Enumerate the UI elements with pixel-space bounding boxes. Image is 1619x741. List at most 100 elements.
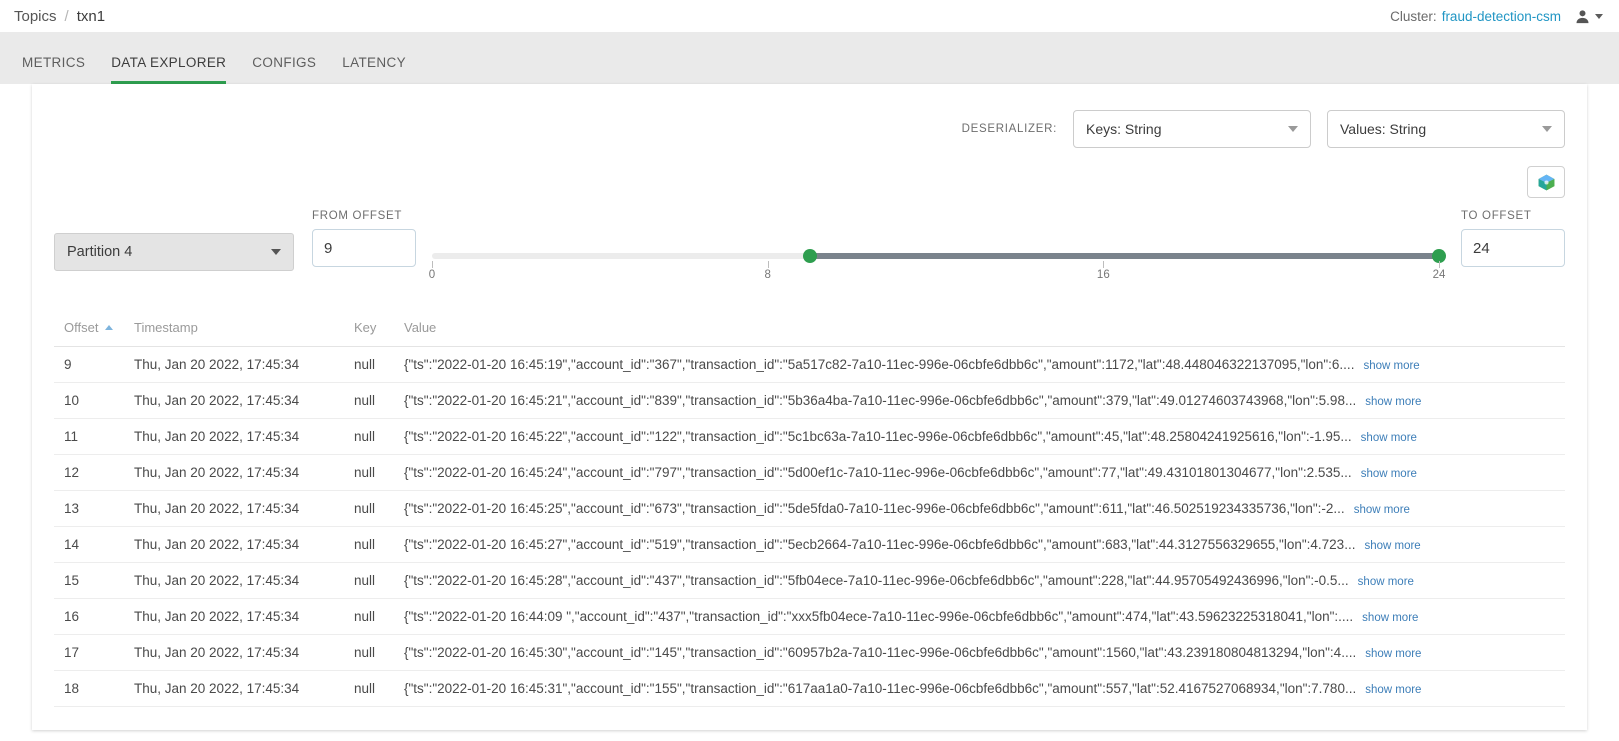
- cell-key: null: [354, 573, 376, 588]
- user-menu[interactable]: [1575, 9, 1603, 24]
- cell-value-text: {"ts":"2022-01-20 16:45:24","account_id"…: [404, 465, 1352, 480]
- slider-tick: [432, 261, 433, 268]
- table-row[interactable]: 12 Thu, Jan 20 2022, 17:45:34 null {"ts":"2…: [54, 455, 1565, 491]
- cell-value: {"ts":"2022-01-20 16:45:19","account_id"…: [404, 357, 1565, 372]
- cell-offset: 17: [64, 645, 80, 660]
- column-header-offset[interactable]: Offset: [54, 320, 134, 335]
- cell-timestamp: Thu, Jan 20 2022, 17:45:34: [134, 537, 300, 552]
- table-header-row: Offset Timestamp Key Value: [54, 320, 1565, 347]
- cell-value: {"ts":"2022-01-20 16:45:27","account_id"…: [404, 537, 1565, 552]
- slider-tick-label: 0: [428, 269, 436, 281]
- slider-tick-label: 8: [764, 269, 771, 281]
- show-more-link[interactable]: show more: [1358, 576, 1414, 588]
- cell-value-text: {"ts":"2022-01-20 16:45:25","account_id"…: [404, 501, 1345, 516]
- cell-timestamp: Thu, Jan 20 2022, 17:45:34: [134, 393, 300, 408]
- column-header-value[interactable]: Value: [404, 320, 1565, 335]
- cell-timestamp: Thu, Jan 20 2022, 17:45:34: [134, 681, 300, 696]
- cell-offset: 15: [64, 573, 80, 588]
- cell-offset: 9: [64, 357, 72, 372]
- schema-cube-button[interactable]: [1527, 166, 1565, 198]
- slider-selected-range: [809, 253, 1439, 259]
- cell-value-text: {"ts":"2022-01-20 16:45:31","account_id"…: [404, 681, 1357, 696]
- table-row[interactable]: 9 Thu, Jan 20 2022, 17:45:34 null {"ts":"20…: [54, 347, 1565, 383]
- cell-value: {"ts":"2022-01-20 16:45:25","account_id"…: [404, 501, 1565, 516]
- cell-value-text: {"ts":"2022-01-20 16:45:21","account_id"…: [404, 393, 1357, 408]
- table-row[interactable]: 11 Thu, Jan 20 2022, 17:45:34 null {"ts":"2…: [54, 419, 1565, 455]
- show-more-link[interactable]: show more: [1365, 684, 1421, 696]
- slider-tick: [1439, 261, 1440, 268]
- slider-tick: [767, 261, 769, 268]
- from-offset-label: FROM OFFSET: [312, 210, 403, 222]
- cell-offset: 14: [64, 537, 80, 552]
- offset-controls: Partition 4 FROM OFFSET 0 8 16 24 TO OFFSET: [32, 198, 1587, 296]
- chevron-down-icon: [271, 249, 281, 255]
- cell-key: null: [354, 645, 376, 660]
- cell-value-text: {"ts":"2022-01-20 16:44:09 ","account_id…: [404, 609, 1354, 624]
- table-row[interactable]: 14 Thu, Jan 20 2022, 17:45:34 null {"ts":"2…: [54, 527, 1565, 563]
- tab-data-explorer[interactable]: DATA EXPLORER: [111, 55, 227, 84]
- show-more-link[interactable]: show more: [1364, 540, 1420, 552]
- to-offset-field: TO OFFSET: [1461, 210, 1565, 267]
- show-more-link[interactable]: show more: [1363, 360, 1419, 372]
- show-more-link[interactable]: show more: [1365, 648, 1421, 660]
- chevron-down-icon: [1542, 126, 1552, 132]
- show-more-link[interactable]: show more: [1365, 396, 1421, 408]
- column-header-timestamp[interactable]: Timestamp: [134, 320, 354, 335]
- table-row[interactable]: 13 Thu, Jan 20 2022, 17:45:34 null {"ts":"2…: [54, 491, 1565, 527]
- show-more-link[interactable]: show more: [1354, 504, 1410, 516]
- cell-value: {"ts":"2022-01-20 16:45:28","account_id"…: [404, 573, 1565, 588]
- table-body: 9 Thu, Jan 20 2022, 17:45:34 null {"ts":"20…: [54, 347, 1565, 707]
- deserializer-label: DESERIALIZER:: [961, 123, 1057, 135]
- cell-timestamp: Thu, Jan 20 2022, 17:45:34: [134, 573, 300, 588]
- cell-value: {"ts":"2022-01-20 16:44:09 ","account_id…: [404, 609, 1565, 624]
- cell-offset: 11: [64, 429, 79, 444]
- cell-offset: 13: [64, 501, 80, 516]
- from-offset-input[interactable]: [312, 229, 416, 267]
- column-header-key[interactable]: Key: [354, 320, 404, 335]
- cell-key: null: [354, 393, 376, 408]
- slider-tick: [1103, 261, 1105, 268]
- cell-value-text: {"ts":"2022-01-20 16:45:27","account_id"…: [404, 537, 1356, 552]
- breadcrumb: Topics / txn1: [14, 8, 105, 25]
- cell-timestamp: Thu, Jan 20 2022, 17:45:34: [134, 645, 300, 660]
- cell-offset: 18: [64, 681, 80, 696]
- chevron-down-icon: [1288, 126, 1298, 132]
- cell-value-text: {"ts":"2022-01-20 16:45:30","account_id"…: [404, 645, 1357, 660]
- partition-select[interactable]: Partition 4: [54, 233, 294, 271]
- cell-timestamp: Thu, Jan 20 2022, 17:45:34: [134, 501, 300, 516]
- offset-range-slider[interactable]: 0 8 16 24: [428, 249, 1446, 296]
- kafka-cube-icon: [1538, 174, 1554, 190]
- cell-key: null: [354, 465, 376, 480]
- sort-ascending-icon: [105, 325, 114, 330]
- cell-value-text: {"ts":"2022-01-20 16:45:19","account_id"…: [404, 357, 1355, 372]
- to-offset-label: TO OFFSET: [1461, 210, 1532, 222]
- cell-value: {"ts":"2022-01-20 16:45:31","account_id"…: [404, 681, 1565, 696]
- slider-thumb-from[interactable]: [802, 249, 817, 263]
- table-row[interactable]: 18 Thu, Jan 20 2022, 17:45:34 null {"ts":"2…: [54, 671, 1565, 707]
- table-row[interactable]: 15 Thu, Jan 20 2022, 17:45:34 null {"ts":"2…: [54, 563, 1565, 599]
- column-header-offset-label: Offset: [64, 320, 99, 335]
- show-more-link[interactable]: show more: [1361, 432, 1417, 444]
- table-row[interactable]: 17 Thu, Jan 20 2022, 17:45:34 null {"ts":"2…: [54, 635, 1565, 671]
- tab-latency[interactable]: LATENCY: [342, 55, 406, 84]
- cell-timestamp: Thu, Jan 20 2022, 17:45:34: [134, 465, 300, 480]
- cluster-name-link[interactable]: fraud-detection-csm: [1442, 9, 1561, 24]
- partition-select-value: Partition 4: [67, 244, 133, 260]
- show-more-link[interactable]: show more: [1362, 612, 1418, 624]
- tab-configs[interactable]: CONFIGS: [252, 55, 316, 84]
- cell-value-text: {"ts":"2022-01-20 16:45:28","account_id"…: [404, 573, 1349, 588]
- breadcrumb-current-topic: txn1: [76, 7, 106, 25]
- cell-key: null: [354, 357, 376, 372]
- cell-offset: 12: [64, 465, 80, 480]
- to-offset-input[interactable]: [1461, 229, 1565, 267]
- tab-metrics[interactable]: METRICS: [22, 55, 85, 84]
- show-more-link[interactable]: show more: [1361, 468, 1417, 480]
- cell-offset: 10: [64, 393, 80, 408]
- breadcrumb-topics[interactable]: Topics: [14, 8, 57, 25]
- cell-key: null: [354, 681, 376, 696]
- table-row[interactable]: 10 Thu, Jan 20 2022, 17:45:34 null {"ts":"2…: [54, 383, 1565, 419]
- keys-deserializer-select[interactable]: Keys: String: [1073, 110, 1311, 148]
- deserializer-row: DESERIALIZER: Keys: String Values: Strin…: [32, 84, 1587, 148]
- table-row[interactable]: 16 Thu, Jan 20 2022, 17:45:34 null {"ts":"2…: [54, 599, 1565, 635]
- values-deserializer-select[interactable]: Values: String: [1327, 110, 1565, 148]
